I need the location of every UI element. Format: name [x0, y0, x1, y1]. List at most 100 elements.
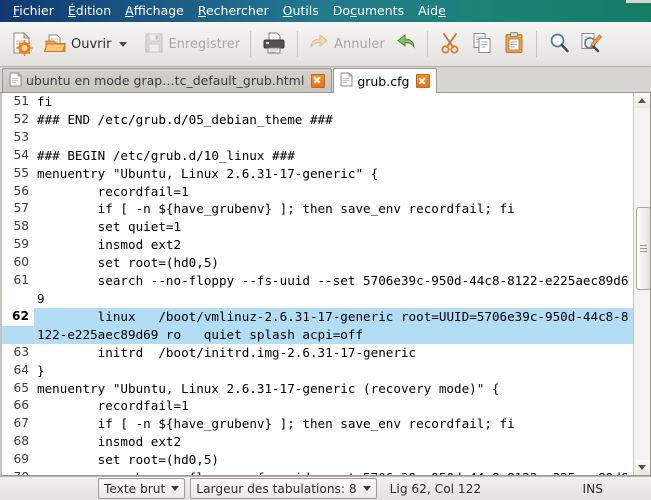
code-line[interactable]: 59 insmod ext2 [2, 236, 633, 255]
tab-title: grub.cfg [357, 73, 410, 89]
find-button[interactable] [543, 25, 575, 63]
code-line[interactable]: 52 ### END /etc/grub.d/05_debian_theme ##… [2, 110, 633, 129]
print-button[interactable] [257, 25, 291, 63]
scroll-up-arrow-icon[interactable] [634, 93, 650, 108]
code-line[interactable]: 57 if [ -n ${have_grubenv} ]; then save_… [2, 200, 633, 219]
open-file-label: Ouvrir [71, 36, 112, 52]
line-text: recordfail=1 [37, 398, 189, 414]
scrollbar-thumb[interactable] [635, 206, 650, 290]
line-number: 63 [2, 343, 34, 362]
line-number: 62 [2, 307, 34, 326]
menu-rechercher[interactable]: Rechercher [191, 0, 276, 22]
vertical-scrollbar[interactable] [633, 93, 650, 475]
copy-button[interactable] [466, 25, 498, 63]
source-code-text[interactable]: 51 fi 52 ### END /etc/grub.d/05_debian_them… [2, 93, 633, 475]
redo-button[interactable] [389, 25, 421, 63]
editor-viewport: 51 fi 52 ### END /etc/grub.d/05_debian_them… [2, 93, 633, 475]
code-line[interactable]: 64} [2, 361, 633, 380]
chevron-down-icon [171, 486, 180, 491]
replace-button[interactable] [575, 25, 607, 63]
menu-affichage[interactable]: Affichage [118, 0, 191, 22]
line-text: if [ -n ${have_grubenv} ]; then save_env… [37, 201, 515, 217]
undo-arrow-icon [308, 31, 332, 58]
code-line[interactable]: 58 set quiet=1 [2, 218, 633, 237]
line-text: insmod ext2 [37, 237, 182, 253]
line-number: 70 [2, 469, 34, 475]
tab-width-selector[interactable]: Largeur des tabulations: 8 [190, 478, 377, 499]
line-text: } [37, 362, 45, 378]
open-file-button[interactable]: Ouvrir [39, 25, 138, 63]
line-text: set root=(hd0,5) [37, 255, 219, 271]
code-line[interactable]: 66 recordfail=1 [2, 397, 633, 416]
line-number: 59 [2, 236, 34, 255]
status-bar: Texte brut Largeur des tabulations: 8 Li… [0, 476, 651, 500]
save-button[interactable]: Enregistrer [138, 25, 244, 63]
line-number: 64 [2, 361, 34, 380]
line-text: menuentry "Ubuntu, Linux 2.6.31-17-gener… [37, 380, 500, 396]
line-text: if [ -n ${have_grubenv} ]; then save_env… [37, 416, 515, 432]
line-number: 55 [2, 164, 34, 183]
line-text: ### END /etc/grub.d/05_debian_theme ### [37, 111, 333, 127]
line-number: 65 [2, 379, 34, 398]
line-number: 52 [2, 110, 34, 129]
syntax-highlight-selector[interactable]: Texte brut [98, 478, 186, 499]
printer-icon [261, 30, 287, 59]
line-text: insmod ext2 [37, 434, 182, 450]
open-folder-icon [43, 30, 69, 59]
code-line[interactable]: 62 linux /boot/vmlinuz-2.6.31-17-generic… [2, 307, 633, 344]
save-label: Enregistrer [168, 36, 241, 52]
menu-outils[interactable]: Outils [276, 0, 326, 22]
menu-aide[interactable]: Aide [411, 0, 453, 22]
document-icon [9, 71, 22, 90]
line-text: menuentry "Ubuntu, Linux 2.6.31-17-gener… [37, 165, 379, 181]
syntax-value: Texte brut [104, 481, 166, 496]
scrollbar-track[interactable] [634, 108, 650, 460]
line-number: 69 [2, 451, 34, 470]
save-disk-icon [142, 31, 166, 58]
tab-close-button[interactable] [416, 74, 431, 88]
gedit-window: Fichier Édition Affichage Rechercher Out… [0, 0, 651, 500]
cursor-position: Lig 62, Col 122 [389, 481, 482, 496]
code-line[interactable]: 63 initrd /boot/initrd.img-2.6.31-17-gen… [2, 343, 633, 362]
code-line[interactable]: 61 search --no-floppy --fs-uuid --set 57… [2, 272, 633, 308]
code-line[interactable]: 54 ### BEGIN /etc/grub.d/10_linux ### [2, 146, 633, 165]
toolbar-separator-2 [297, 31, 299, 57]
line-text: set root=(hd0,5) [37, 452, 219, 468]
tab-html-document[interactable]: ubuntu en mode grap…tc_default_grub.html [2, 68, 333, 92]
line-number: 51 [2, 93, 34, 111]
cut-button[interactable] [434, 25, 466, 63]
open-dropdown-caret-icon[interactable] [119, 41, 128, 47]
line-number: 61 [2, 272, 34, 290]
line-text: search --no-floppy --fs-uuid --set 5706e… [37, 273, 629, 306]
line-number: 68 [2, 433, 34, 452]
code-line[interactable]: 55 menuentry "Ubuntu, Linux 2.6.31-17-gen… [2, 164, 633, 183]
toolbar-separator-4 [535, 31, 537, 57]
code-line[interactable]: 70 search --no-floppy --fs-uuid --set 57… [2, 469, 633, 475]
menu-documents[interactable]: Documents [326, 0, 411, 22]
menu-fichier[interactable]: Fichier [6, 0, 61, 22]
copy-documents-icon [470, 31, 494, 58]
toolbar-separator-1 [250, 31, 252, 57]
code-line[interactable]: 68 insmod ext2 [2, 433, 633, 452]
paste-button[interactable] [498, 25, 530, 63]
editor-area: 51 fi 52 ### END /etc/grub.d/05_debian_them… [0, 93, 651, 476]
code-line[interactable]: 56 recordfail=1 [2, 182, 633, 201]
code-line[interactable]: 53 [2, 128, 633, 147]
scroll-down-arrow-icon[interactable] [634, 460, 650, 475]
tab-grub-cfg[interactable]: grub.cfg [333, 68, 438, 93]
menu-edition[interactable]: Édition [61, 0, 118, 22]
tab-close-button[interactable] [311, 73, 326, 88]
code-line[interactable]: 60 set root=(hd0,5) [2, 254, 633, 273]
code-line[interactable]: 65 menuentry "Ubuntu, Linux 2.6.31-17-gen… [2, 379, 633, 398]
line-text: recordfail=1 [37, 183, 189, 199]
code-line[interactable]: 69 set root=(hd0,5) [2, 451, 633, 470]
redo-arrow-icon [393, 31, 417, 58]
code-line[interactable]: 67 if [ -n ${have_grubenv} ]; then save_… [2, 415, 633, 434]
tab-title: ubuntu en mode grap…tc_default_grub.html [26, 73, 305, 88]
code-line[interactable]: 51 fi [2, 93, 633, 111]
undo-button[interactable]: Annuler [304, 25, 389, 63]
new-document-button[interactable] [5, 25, 39, 63]
document-icon [340, 72, 354, 90]
insert-mode-indicator: INS [582, 481, 603, 496]
line-number: 58 [2, 218, 34, 237]
